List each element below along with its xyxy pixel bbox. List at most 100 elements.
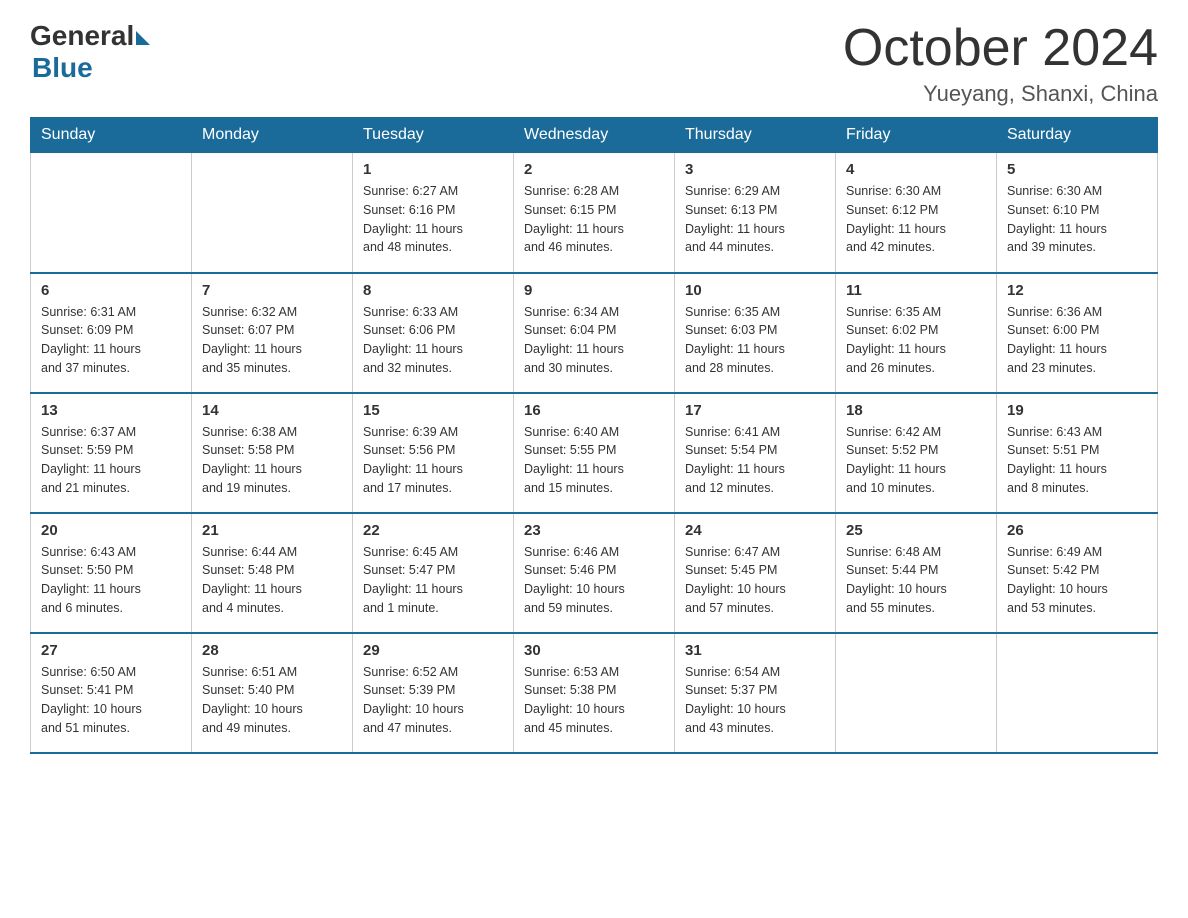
calendar-cell xyxy=(192,153,353,273)
day-info: Sunrise: 6:30 AMSunset: 6:10 PMDaylight:… xyxy=(1007,182,1147,257)
calendar-cell: 23Sunrise: 6:46 AMSunset: 5:46 PMDayligh… xyxy=(514,513,675,633)
day-number: 26 xyxy=(1007,522,1147,539)
calendar-cell: 4 Sunrise: 6:30 AMSunset: 6:12 PMDaylight… xyxy=(836,153,997,273)
day-number: 3 xyxy=(685,161,825,178)
calendar-cell: 5 Sunrise: 6:30 AMSunset: 6:10 PMDaylight… xyxy=(997,153,1158,273)
calendar-cell: 13 Sunrise: 6:37 AMSunset: 5:59 PMDayligh… xyxy=(31,393,192,513)
calendar-cell: 22 Sunrise: 6:45 AMSunset: 5:47 PMDayligh… xyxy=(353,513,514,633)
day-number: 28 xyxy=(202,642,342,659)
logo-general-text: General xyxy=(30,20,134,52)
calendar-cell: 18Sunrise: 6:42 AMSunset: 5:52 PMDayligh… xyxy=(836,393,997,513)
calendar-cell: 15Sunrise: 6:39 AMSunset: 5:56 PMDayligh… xyxy=(353,393,514,513)
logo-triangle-icon xyxy=(136,31,150,45)
calendar-cell: 28 Sunrise: 6:51 AMSunset: 5:40 PMDayligh… xyxy=(192,633,353,753)
day-info: Sunrise: 6:40 AMSunset: 5:55 PMDaylight:… xyxy=(524,423,664,498)
day-info: Sunrise: 6:37 AMSunset: 5:59 PMDaylight:… xyxy=(41,423,181,498)
day-info: Sunrise: 6:52 AMSunset: 5:39 PMDaylight:… xyxy=(363,663,503,738)
day-number: 19 xyxy=(1007,402,1147,419)
day-info: Sunrise: 6:30 AMSunset: 6:12 PMDaylight:… xyxy=(846,182,986,257)
day-number: 31 xyxy=(685,642,825,659)
day-info: Sunrise: 6:35 AMSunset: 6:03 PMDaylight:… xyxy=(685,303,825,378)
day-number: 12 xyxy=(1007,282,1147,299)
day-info: Sunrise: 6:43 AMSunset: 5:51 PMDaylight:… xyxy=(1007,423,1147,498)
calendar-cell: 31 Sunrise: 6:54 AMSunset: 5:37 PMDayligh… xyxy=(675,633,836,753)
calendar-cell: 11 Sunrise: 6:35 AMSunset: 6:02 PMDayligh… xyxy=(836,273,997,393)
calendar-cell: 21 Sunrise: 6:44 AMSunset: 5:48 PMDayligh… xyxy=(192,513,353,633)
calendar-cell: 2 Sunrise: 6:28 AMSunset: 6:15 PMDaylight… xyxy=(514,153,675,273)
day-number: 23 xyxy=(524,522,664,539)
calendar-cell: 26 Sunrise: 6:49 AMSunset: 5:42 PMDayligh… xyxy=(997,513,1158,633)
day-number: 5 xyxy=(1007,161,1147,178)
day-info: Sunrise: 6:49 AMSunset: 5:42 PMDaylight:… xyxy=(1007,543,1147,618)
title-section: October 2024 Yueyang, Shanxi, China xyxy=(843,20,1158,107)
day-info: Sunrise: 6:34 AMSunset: 6:04 PMDaylight:… xyxy=(524,303,664,378)
day-info: Sunrise: 6:45 AMSunset: 5:47 PMDaylight:… xyxy=(363,543,503,618)
calendar-cell xyxy=(836,633,997,753)
day-info: Sunrise: 6:42 AMSunset: 5:52 PMDaylight:… xyxy=(846,423,986,498)
day-number: 13 xyxy=(41,402,181,419)
calendar-cell: 20 Sunrise: 6:43 AMSunset: 5:50 PMDayligh… xyxy=(31,513,192,633)
day-number: 29 xyxy=(363,642,503,659)
calendar-body: 1Sunrise: 6:27 AMSunset: 6:16 PMDaylight… xyxy=(31,153,1158,753)
calendar-cell: 27Sunrise: 6:50 AMSunset: 5:41 PMDayligh… xyxy=(31,633,192,753)
calendar-cell xyxy=(997,633,1158,753)
calendar-week-3: 20 Sunrise: 6:43 AMSunset: 5:50 PMDayligh… xyxy=(31,513,1158,633)
day-info: Sunrise: 6:51 AMSunset: 5:40 PMDaylight:… xyxy=(202,663,342,738)
day-number: 4 xyxy=(846,161,986,178)
day-info: Sunrise: 6:36 AMSunset: 6:00 PMDaylight:… xyxy=(1007,303,1147,378)
day-number: 14 xyxy=(202,402,342,419)
calendar-cell: 3 Sunrise: 6:29 AMSunset: 6:13 PMDaylight… xyxy=(675,153,836,273)
day-info: Sunrise: 6:29 AMSunset: 6:13 PMDaylight:… xyxy=(685,182,825,257)
calendar-cell: 7Sunrise: 6:32 AMSunset: 6:07 PMDaylight… xyxy=(192,273,353,393)
calendar-cell: 10 Sunrise: 6:35 AMSunset: 6:03 PMDayligh… xyxy=(675,273,836,393)
header-monday: Monday xyxy=(192,118,353,153)
day-info: Sunrise: 6:35 AMSunset: 6:02 PMDaylight:… xyxy=(846,303,986,378)
logo-blue-text: Blue xyxy=(32,52,93,84)
day-number: 17 xyxy=(685,402,825,419)
day-info: Sunrise: 6:28 AMSunset: 6:15 PMDaylight:… xyxy=(524,182,664,257)
day-info: Sunrise: 6:38 AMSunset: 5:58 PMDaylight:… xyxy=(202,423,342,498)
day-number: 22 xyxy=(363,522,503,539)
day-number: 20 xyxy=(41,522,181,539)
calendar-cell: 8Sunrise: 6:33 AMSunset: 6:06 PMDaylight… xyxy=(353,273,514,393)
day-info: Sunrise: 6:54 AMSunset: 5:37 PMDaylight:… xyxy=(685,663,825,738)
day-info: Sunrise: 6:43 AMSunset: 5:50 PMDaylight:… xyxy=(41,543,181,618)
calendar-cell: 30Sunrise: 6:53 AMSunset: 5:38 PMDayligh… xyxy=(514,633,675,753)
day-number: 10 xyxy=(685,282,825,299)
calendar-cell: 1Sunrise: 6:27 AMSunset: 6:16 PMDaylight… xyxy=(353,153,514,273)
calendar-cell: 6Sunrise: 6:31 AMSunset: 6:09 PMDaylight… xyxy=(31,273,192,393)
day-number: 11 xyxy=(846,282,986,299)
day-number: 25 xyxy=(846,522,986,539)
calendar-cell: 24Sunrise: 6:47 AMSunset: 5:45 PMDayligh… xyxy=(675,513,836,633)
calendar-header: SundayMondayTuesdayWednesdayThursdayFrid… xyxy=(31,118,1158,153)
header-row: SundayMondayTuesdayWednesdayThursdayFrid… xyxy=(31,118,1158,153)
header-saturday: Saturday xyxy=(997,118,1158,153)
calendar-week-4: 27Sunrise: 6:50 AMSunset: 5:41 PMDayligh… xyxy=(31,633,1158,753)
day-number: 1 xyxy=(363,161,503,178)
day-number: 30 xyxy=(524,642,664,659)
logo: General Blue xyxy=(30,20,150,84)
month-title: October 2024 xyxy=(843,20,1158,77)
day-number: 21 xyxy=(202,522,342,539)
calendar-cell: 17 Sunrise: 6:41 AMSunset: 5:54 PMDayligh… xyxy=(675,393,836,513)
day-number: 24 xyxy=(685,522,825,539)
header-tuesday: Tuesday xyxy=(353,118,514,153)
day-info: Sunrise: 6:41 AMSunset: 5:54 PMDaylight:… xyxy=(685,423,825,498)
calendar-cell: 25 Sunrise: 6:48 AMSunset: 5:44 PMDayligh… xyxy=(836,513,997,633)
calendar-cell: 12 Sunrise: 6:36 AMSunset: 6:00 PMDayligh… xyxy=(997,273,1158,393)
calendar-cell: 19 Sunrise: 6:43 AMSunset: 5:51 PMDayligh… xyxy=(997,393,1158,513)
calendar-week-1: 6Sunrise: 6:31 AMSunset: 6:09 PMDaylight… xyxy=(31,273,1158,393)
day-info: Sunrise: 6:33 AMSunset: 6:06 PMDaylight:… xyxy=(363,303,503,378)
calendar-cell xyxy=(31,153,192,273)
day-number: 2 xyxy=(524,161,664,178)
day-info: Sunrise: 6:44 AMSunset: 5:48 PMDaylight:… xyxy=(202,543,342,618)
day-number: 6 xyxy=(41,282,181,299)
day-info: Sunrise: 6:39 AMSunset: 5:56 PMDaylight:… xyxy=(363,423,503,498)
day-number: 9 xyxy=(524,282,664,299)
day-info: Sunrise: 6:48 AMSunset: 5:44 PMDaylight:… xyxy=(846,543,986,618)
location-subtitle: Yueyang, Shanxi, China xyxy=(843,81,1158,107)
header-thursday: Thursday xyxy=(675,118,836,153)
header-friday: Friday xyxy=(836,118,997,153)
day-info: Sunrise: 6:32 AMSunset: 6:07 PMDaylight:… xyxy=(202,303,342,378)
calendar-cell: 9 Sunrise: 6:34 AMSunset: 6:04 PMDaylight… xyxy=(514,273,675,393)
